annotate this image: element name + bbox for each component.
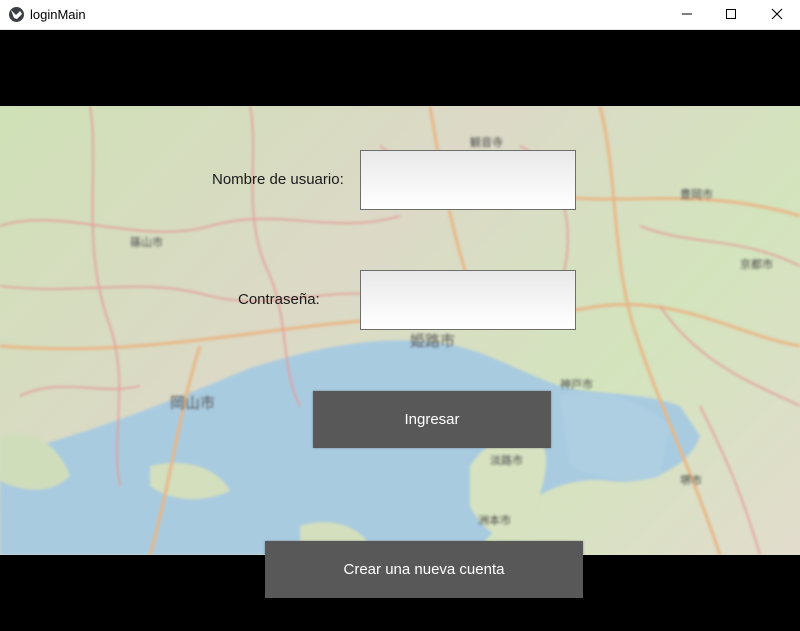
map-label: 洲本市 [478,513,511,527]
map-label: 篠山市 [130,235,163,249]
map-label: 淡路市 [490,453,523,467]
map-label: 観音寺 [470,135,503,149]
maximize-button[interactable] [708,0,754,29]
map-label: 神戸市 [560,377,593,391]
map-label: 姫路市 [410,332,455,350]
close-icon [771,8,783,20]
maximize-icon [726,9,736,19]
window-title: loginMain [30,7,86,22]
minimize-icon [682,13,692,15]
password-input[interactable] [360,270,576,330]
close-button[interactable] [754,0,800,29]
username-label: Nombre de usuario: [212,171,344,188]
title-bar: loginMain [0,0,800,30]
create-account-button[interactable]: Crear una nueva cuenta [265,541,583,598]
minimize-button[interactable] [664,0,710,29]
kivy-logo-icon [9,7,24,22]
username-input[interactable] [360,150,576,210]
login-button[interactable]: Ingresar [313,391,551,448]
map-label: 豊岡市 [680,187,713,201]
map-label: 京都市 [740,257,773,271]
map-label: 岡山市 [170,394,215,412]
map-label: 堺市 [680,473,702,487]
password-label: Contraseña: [238,291,320,308]
